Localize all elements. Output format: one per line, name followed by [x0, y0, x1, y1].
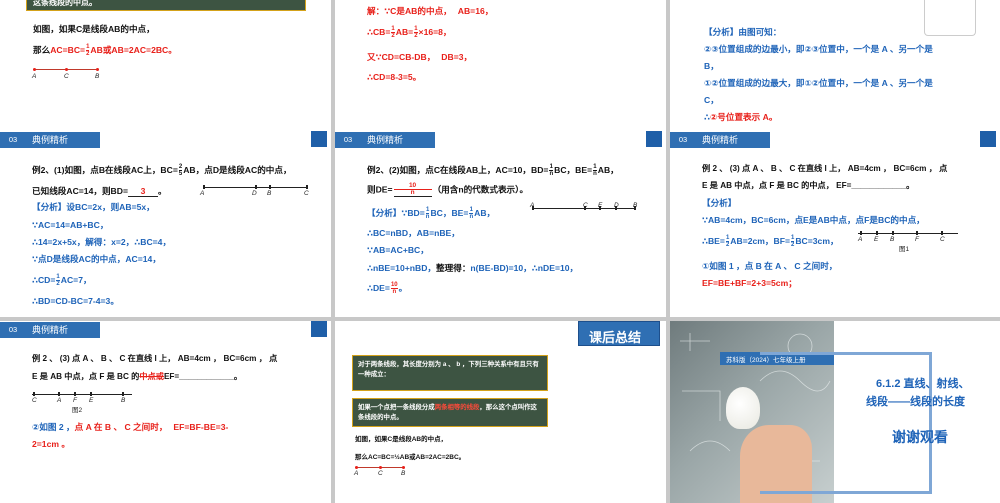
slide-p3[interactable]: 【分析】由图可知： ②③位置组成的边最小，即②③位置中，一个是 A 、另一个是 … [670, 0, 1000, 131]
slide-p2[interactable]: 解：∵C是AB的中点， AB=16， ∴CB= 1 2 AB= 1 2 ×16=8， 又∵CD… [335, 0, 666, 131]
p6-section-num: 03 [670, 132, 696, 148]
p1-pt-a: A [32, 73, 37, 80]
p3-line3: B， [704, 61, 719, 71]
p5-step4: ∴nBE=10+nBD，整理得：n(BE-BD)=10，∴nDE=10， [367, 263, 579, 273]
p7-header: 03 典例精析 [0, 321, 331, 339]
p5-header-square [646, 131, 662, 147]
p7-step2: 2=1cm 。 [32, 439, 70, 449]
p4-step6: ∴BD=CD-BC=7-4=3。 [32, 296, 119, 306]
p7-line1: 例 2 、 (3) 点 A 、 B 、 C 在直线 l 上， AB=4cm ， … [32, 354, 278, 363]
p6-step1: 【分析】 [702, 198, 737, 208]
p8-title-banner: 课后总结 [578, 321, 660, 346]
slide-p4[interactable]: 03 典例精析 例2、(1)如图，点B在线段AC上，BC= 2 5 AB，点D是线段A… [0, 131, 331, 317]
p5-line2: 则DE= 10 n （用含n的代数式表示）。 [367, 182, 529, 197]
slide-p6[interactable]: 03 典例精析 例 2 、 (3) 点 A 、 B 、 C 在直线 l 上， A… [670, 131, 1000, 317]
p1-pt-b: B [95, 73, 100, 80]
slide-p1[interactable]: 这条线段的中点。 如图，如果C是线段AB的中点， 那么AC=BC= 1 2 AB或AB… [0, 0, 331, 131]
p9-bulb-icon [726, 387, 760, 429]
p3-corner-box [924, 0, 976, 36]
p4-line1: 例2、(1)如图，点B在线段AC上，BC= 2 5 AB，点D是线段AC的中点， [32, 164, 292, 178]
p4-step3: ∴14=2x+5x，解得：x=2，∴BC=4， [32, 237, 172, 247]
p1-line2: 那么AC=BC= 1 2 AB或AB=2AC=2BC。 [33, 44, 177, 58]
p1-top-box: 这条线段的中点。 [26, 0, 306, 11]
p3-line4: ①②位置组成的边最大，即①②位置中，一个是 A 、另一个是 [704, 78, 933, 88]
p6-section-title: 典例精析 [696, 132, 770, 148]
p4-step4: ∵点D是线段AC的中点，AC=14， [32, 254, 161, 264]
p6-header-square [980, 131, 996, 147]
p7-section-num: 03 [0, 322, 26, 338]
p4-line2: 已知线段AC=14，则BD= 3。 [32, 186, 167, 197]
p7-step1: ②如图 2 ，点 A 在 B 、 C 之间时， EF=BF-BE=3- [32, 422, 229, 432]
p1-pt-c: C [64, 73, 69, 80]
p3-line1: 【分析】由图可知： [704, 27, 782, 37]
p8-box1: 对于两条线段，其长度分别为 a 、 b ，下列三种关系中有且只有一种成立： [352, 355, 548, 391]
p9-thanks: 谢谢观看 [892, 429, 948, 445]
p6-step3: ∴BE= 1 2 AB=2cm，BF= 1 2 BC=3cm， [702, 235, 839, 249]
p4-step2: ∵AC=14=AB+BC， [32, 220, 109, 230]
p4-section-num: 03 [0, 132, 26, 148]
p5-section-num: 03 [335, 132, 361, 148]
p5-step3: ∵AB=AC+BC， [367, 245, 429, 255]
p6-fig-label: 图1 [899, 246, 910, 253]
p5-step2: ∴BC=nBD，AB=nBE， [367, 228, 460, 238]
p6-step2: ∵AB=4cm，BC=6cm，点E是AB中点，点F是BC的中点， [702, 215, 925, 225]
p8-box2: 如果一个点把一条线段分成两条相等的线段，那么这个点叫作这条线段的中点。 [352, 398, 548, 427]
p9-title2: 线段——线段的长度 [866, 396, 965, 408]
p6-line1: 例 2 、 (3) 点 A 、 B 、 C 在直线 l 上， AB=4cm ， … [702, 164, 948, 173]
p5-step5: ∴DE= 10 n。 [367, 282, 408, 296]
p6-header: 03 典例精析 [670, 131, 1000, 149]
p9-title1: 6.1.2 直线、射线、 [876, 378, 970, 390]
p8-line2: 那么AC=BC=½AB或AB=2AC=2BC。 [355, 454, 466, 461]
p1-top-box-text: 这条线段的中点。 [33, 0, 97, 7]
p2-line1: 解：∵C是AB的中点， AB=16， [367, 6, 494, 16]
p7-line2: E 是 AB 中点，点 F 是 BC 的中点或EF=____________。 [32, 372, 243, 381]
p5-step1: 【分析】∵BD= 1 n BC，BE= 1 n AB， [367, 207, 496, 221]
p9-frame-line [760, 352, 932, 494]
p6-step4: ①如图 1 ，点 B 在 A 、 C 之间时， [702, 261, 838, 271]
p2-line4: ∴CD=8-3=5。 [367, 72, 422, 82]
p2-line3: 又∵CD=CB-DB， DB=3， [367, 52, 473, 62]
p4-header-square [311, 131, 327, 147]
slide-p5[interactable]: 03 典例精析 例2、(2)如图，点C在线段AB上，AC=10，BD= 1 n BC，… [335, 131, 666, 317]
p4-section-title: 典例精析 [26, 132, 100, 148]
p7-section-title: 典例精析 [26, 322, 100, 338]
slide-p9[interactable]: 苏科版（2024）七年级上册 6.1.2 直线、射线、 线段——线段的长度 谢谢… [670, 321, 1000, 503]
slide-p7[interactable]: 03 典例精析 例 2 、 (3) 点 A 、 B 、 C 在直线 l 上， A… [0, 321, 331, 503]
p1-line1: 如图，如果C是线段AB的中点， [33, 24, 155, 34]
p4-step5: ∴CD= 1 2 AC=7， [32, 274, 92, 288]
p2-line2: ∴CB= 1 2 AB= 1 2 ×16=8， [367, 26, 452, 40]
p8-line1: 如图，如果C是线段AB的中点， [355, 436, 448, 443]
p3-line2: ②③位置组成的边最小，即②③位置中，一个是 A 、另一个是 [704, 44, 933, 54]
slide-p8[interactable]: 课后总结 对于两条线段，其长度分别为 a 、 b ，下列三种关系中有且只有一种成… [335, 321, 666, 503]
p3-line6: ∴②号位置表示 A。 [704, 112, 778, 122]
p5-section-title: 典例精析 [361, 132, 435, 148]
p7-header-square [311, 321, 327, 337]
p6-step5: EF=BE+BF=2+3=5cm； [702, 278, 797, 288]
p4-step1: 【分析】设BC=2x，则AB=5x， [32, 202, 155, 212]
p5-header: 03 典例精析 [335, 131, 666, 149]
p1-frac: 12 [86, 44, 90, 58]
p4-answer: 3 [127, 186, 158, 197]
p8-title: 课后总结 [589, 330, 642, 345]
p7-fig-label: 图2 [72, 407, 83, 414]
p5-line1: 例2、(2)如图，点C在线段AB上，AC=10，BD= 1 n BC，BE= 1 n AB， [367, 164, 619, 178]
p3-line5: C， [704, 95, 719, 105]
p4-header: 03 典例精析 [0, 131, 331, 149]
p6-line2: E 是 AB 中点，点 F 是 BC 的中点， EF=____________。 [702, 181, 915, 190]
